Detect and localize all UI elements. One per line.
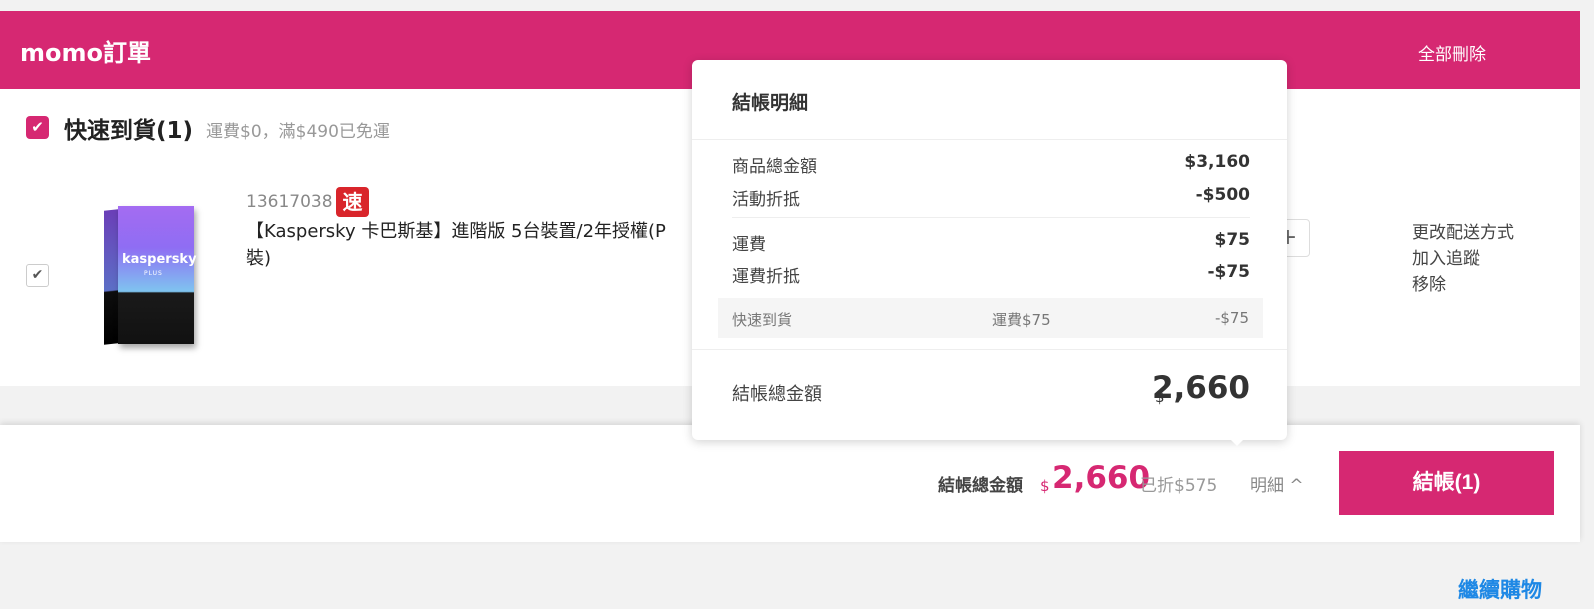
speed-badge-icon: 速: [336, 187, 369, 217]
remove-item-link[interactable]: 移除: [1412, 272, 1514, 298]
detail-toggle-button[interactable]: 明細 ^: [1250, 471, 1304, 496]
item-code: 13617038: [246, 192, 333, 212]
checkout-discount: 已折$575: [1140, 476, 1218, 496]
row-label: 運費: [732, 235, 766, 255]
row-label: 運費折抵: [732, 267, 800, 287]
row-value: $3,160: [1184, 152, 1250, 172]
order-title: momo訂單: [20, 39, 151, 67]
popup-inner-divider: [732, 217, 1250, 218]
checkout-button[interactable]: 結帳(1): [1339, 451, 1554, 515]
product-box-brand: kaspersky: [122, 252, 197, 267]
row-label: 活動折抵: [732, 190, 800, 210]
row-value: -$75: [1207, 262, 1250, 282]
popup-pointer: [1228, 437, 1246, 446]
popup-total-label: 結帳總金額: [732, 384, 822, 405]
popup-divider: [692, 139, 1287, 140]
change-delivery-link[interactable]: 更改配送方式: [1412, 220, 1514, 246]
row-label: 商品總金額: [732, 157, 817, 177]
group-select-checkbox[interactable]: ✔: [26, 116, 49, 139]
popup-total-value: 2,660: [1151, 370, 1250, 406]
item-name-link[interactable]: 【Kaspersky 卡巴斯基】進階版 5台裝置/2年授權(P 裝): [246, 218, 696, 272]
delete-all-button[interactable]: 全部刪除: [1418, 40, 1486, 65]
checkout-detail-popup: 結帳明細 商品總金額 $3,160 活動折抵 -$500 運費 $75 運費折抵…: [692, 60, 1287, 440]
breakdown-discount: -$75: [1214, 309, 1249, 327]
item-actions: 更改配送方式 加入追蹤 移除: [1412, 220, 1514, 298]
add-to-watchlist-link[interactable]: 加入追蹤: [1412, 246, 1514, 272]
breakdown-fee: 運費$75: [992, 311, 1051, 329]
popup-shipping-breakdown: 快速到貨 運費$75 -$75: [718, 298, 1263, 338]
product-box-sub: PLUS: [144, 270, 163, 277]
breakdown-group-name: 快速到貨: [732, 311, 793, 329]
item-select-checkbox[interactable]: ✔: [26, 264, 49, 287]
checkout-total-value: 2,660: [1052, 460, 1151, 496]
checkout-total-label: 結帳總金額: [938, 476, 1023, 496]
group-title: 快速到貨(1): [64, 118, 194, 144]
group-shipping-note: 運費$0，滿$490已免運: [206, 122, 390, 142]
continue-shopping-link[interactable]: 繼續購物: [1458, 574, 1542, 604]
product-box-side: [104, 209, 118, 345]
popup-title: 結帳明細: [732, 92, 809, 114]
checkout-bar: 結帳總金額 $ 2,660 已折$575 明細 ^ 結帳(1): [0, 425, 1580, 542]
row-value: $75: [1214, 230, 1251, 250]
row-value: -$500: [1195, 185, 1250, 205]
checkout-currency: $: [1040, 477, 1050, 495]
popup-divider: [692, 349, 1287, 350]
product-image[interactable]: kaspersky PLUS: [98, 200, 204, 350]
